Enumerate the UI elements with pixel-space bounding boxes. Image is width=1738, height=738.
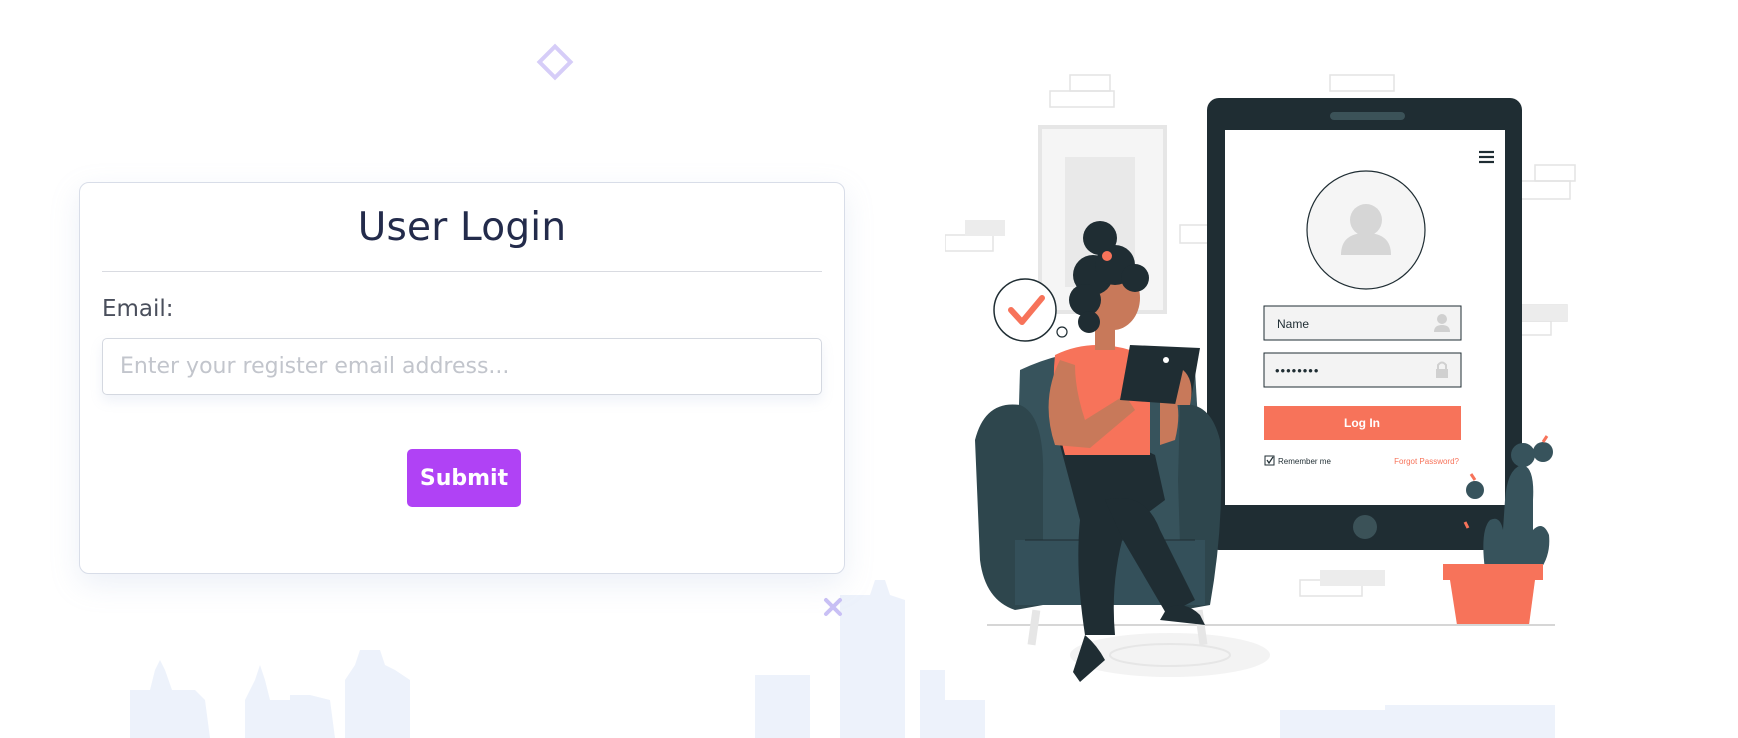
submit-button[interactable]: Submit	[407, 449, 521, 507]
email-input[interactable]	[102, 338, 822, 395]
illustration-forgot-password: Forgot Password?	[1394, 457, 1459, 466]
email-label: Email:	[102, 296, 174, 322]
checkmark-bubble	[993, 278, 1057, 342]
diamond-icon	[536, 43, 574, 81]
illustration-login-text: Log In	[1344, 416, 1380, 430]
illustration-password-text: ••••••••	[1275, 363, 1319, 378]
login-card: User Login Email: Submit	[79, 182, 845, 574]
illustration-name-text: Name	[1277, 317, 1309, 331]
login-illustration: Name •••••••• Log In Remember me Forgot …	[945, 74, 1576, 682]
title-divider	[102, 271, 822, 272]
login-title: User Login	[357, 205, 567, 250]
cross-icon	[824, 598, 842, 616]
user-avatar-icon	[1306, 170, 1426, 290]
illustration-remember-me: Remember me	[1278, 457, 1331, 466]
